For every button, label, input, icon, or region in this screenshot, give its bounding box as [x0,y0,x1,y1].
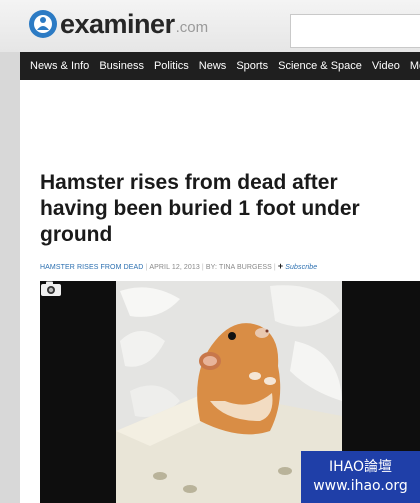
logo-mark-icon [29,10,57,38]
category-link[interactable]: HAMSTER RISES FROM DEAD [40,264,143,271]
site-watermark: IHAO論壇 www.ihao.org [301,451,420,503]
main-nav: News & Info Business Politics News Sport… [20,52,420,80]
nav-item-more[interactable]: More [405,60,420,72]
watermark-title: IHAO論壇 [328,459,392,475]
camera-icon[interactable] [40,281,62,297]
nav-item-business[interactable]: Business [94,60,149,72]
watermark-url: www.ihao.org [313,478,408,494]
nav-item-news-info[interactable]: News & Info [20,60,94,72]
nav-item-news[interactable]: News [194,60,232,72]
article-headline: Hamster rises from dead after having bee… [40,171,360,246]
search-input[interactable] [290,14,420,48]
site-header: examiner .com [0,0,420,52]
nav-item-politics[interactable]: Politics [149,60,194,72]
subscribe-link[interactable]: Subscribe [285,264,317,271]
nav-item-video[interactable]: Video [367,60,405,72]
logo-tld: .com [175,18,209,36]
plus-icon[interactable]: + [278,261,283,271]
article-author[interactable]: BY: TINA BURGESS [206,264,272,271]
article-date: APRIL 12, 2013 [149,264,200,271]
nav-item-sports[interactable]: Sports [231,60,273,72]
logo-wordmark: examiner [60,8,175,39]
article-byline: HAMSTER RISES FROM DEAD | APRIL 12, 2013 | B… [40,261,317,271]
article-panel: Hamster rises from dead after having bee… [20,80,420,503]
nav-item-science-space[interactable]: Science & Space [273,60,367,72]
examiner-logo[interactable]: examiner .com [28,6,208,42]
